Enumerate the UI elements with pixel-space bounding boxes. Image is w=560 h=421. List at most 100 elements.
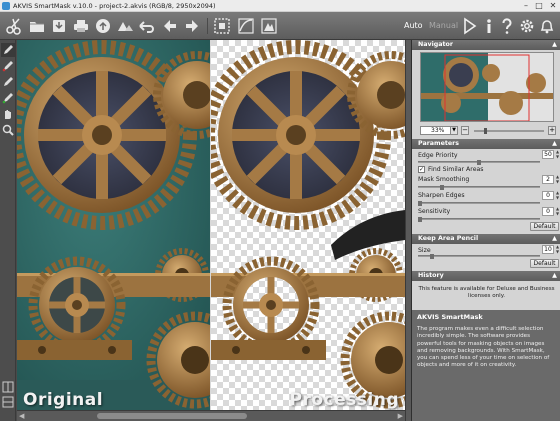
zoom-out-icon[interactable]: − [461, 126, 469, 135]
app-icon [2, 2, 10, 10]
run-icon[interactable] [459, 16, 479, 36]
open-file-icon[interactable] [27, 16, 47, 36]
scissors-logo-icon[interactable] [4, 16, 24, 36]
sensitivity-spinner[interactable]: ▲ ▼ [555, 206, 560, 216]
settings-icon[interactable] [517, 16, 537, 36]
mode-auto-button[interactable]: Auto [404, 19, 423, 33]
info-title: AKVIS SmartMask [417, 313, 483, 321]
sharpen-edges-spinner[interactable]: ▲ ▼ [555, 190, 560, 200]
slider-knob[interactable] [418, 201, 422, 206]
chroma-key-icon[interactable] [259, 16, 279, 36]
edge-priority-field[interactable]: 50 [542, 150, 554, 159]
history-note: This feature is available for Deluxe and… [418, 286, 555, 299]
undo-icon[interactable] [137, 16, 157, 36]
brush-icon[interactable] [1, 59, 15, 73]
title-bar: AKVIS SmartMask v.10.0 - project-2.akvis… [0, 0, 560, 12]
processing-pane[interactable]: Processing [211, 40, 405, 410]
mask-smoothing-field[interactable]: 2 [542, 175, 554, 184]
settings-panel: Navigator ▲ 33% ▼ − + Parameters ▲ Edge … [411, 40, 560, 421]
pencil-icon[interactable] [1, 43, 15, 57]
slider-knob[interactable] [440, 185, 444, 190]
upload-icon[interactable] [93, 16, 113, 36]
collapse-icon[interactable]: ▲ [552, 271, 557, 281]
zoom-slider[interactable] [474, 128, 544, 134]
horizontal-scrollbar[interactable]: ◀ ▶ [17, 410, 405, 421]
minimize-button[interactable]: – [519, 0, 533, 12]
size-spinner[interactable]: ▲ ▼ [555, 244, 560, 254]
collapse-icon[interactable]: ▲ [552, 139, 557, 149]
sharpen-edges-slider[interactable] [418, 201, 540, 206]
zoom-in-icon[interactable]: + [548, 126, 556, 135]
view-split-icon[interactable] [1, 380, 15, 394]
processing-label: Processing [289, 390, 399, 410]
history-header[interactable]: History ▲ [412, 271, 560, 281]
main-toolbar: Auto Manual [0, 12, 560, 40]
scrollbar-thumb[interactable] [97, 413, 247, 419]
sharpen-edges-field[interactable]: 0 [542, 191, 554, 200]
zoom-value: 33% [431, 127, 445, 134]
tool-panel [0, 40, 16, 421]
navigator-thumbnail [421, 53, 553, 121]
scroll-right-icon[interactable]: ▶ [398, 411, 403, 421]
navigator-preview[interactable] [420, 52, 554, 122]
info-text: The program makes even a difficult selec… [417, 326, 550, 369]
window-title: AKVIS SmartMask v.10.0 - project-2.akvis… [13, 2, 216, 10]
maximize-button[interactable]: □ [532, 0, 546, 12]
sensitivity-slider[interactable] [418, 217, 540, 222]
eraser-icon[interactable] [1, 75, 15, 89]
size-label: Size [418, 247, 431, 254]
hand-icon[interactable] [1, 107, 15, 121]
select-icon[interactable] [212, 16, 232, 36]
slider-knob[interactable] [418, 217, 422, 222]
mode-manual-button[interactable]: Manual [429, 19, 458, 33]
parameters-header[interactable]: Parameters ▲ [412, 139, 560, 149]
info-box: AKVIS SmartMask The program makes even a… [412, 310, 560, 421]
keep-area-default-button[interactable]: Default [530, 259, 559, 268]
original-label: Original [23, 390, 104, 410]
collapse-icon[interactable]: ▲ [552, 234, 557, 244]
keep-area-header[interactable]: Keep Area Pencil ▲ [412, 234, 560, 244]
zoom-dropdown-icon[interactable]: ▼ [450, 126, 458, 135]
zoom-icon[interactable] [1, 123, 15, 137]
zoom-slider-knob[interactable] [484, 128, 487, 134]
share-icon[interactable] [115, 16, 135, 36]
edge-priority-slider[interactable] [418, 160, 540, 165]
navigator-header[interactable]: Navigator ▲ [412, 40, 560, 50]
original-pane[interactable]: Original [17, 40, 210, 410]
tone-curve-icon[interactable] [236, 16, 256, 36]
smartmask-window: AKVIS SmartMask v.10.0 - project-2.akvis… [0, 0, 560, 421]
view-toggle-icon[interactable] [1, 395, 15, 409]
find-similar-checkbox[interactable]: ✓ [418, 166, 425, 173]
info-icon[interactable] [479, 16, 499, 36]
save-icon[interactable] [49, 16, 69, 36]
scroll-left-icon[interactable]: ◀ [19, 411, 24, 421]
find-similar-label: Find Similar Areas [428, 166, 484, 173]
parameters-title: Parameters [418, 140, 460, 147]
close-button[interactable]: ✕ [546, 0, 560, 12]
keep-area-title: Keep Area Pencil [418, 235, 479, 242]
slider-knob[interactable] [430, 254, 434, 259]
sensitivity-field[interactable]: 0 [542, 207, 554, 216]
smudge-icon[interactable] [1, 91, 15, 105]
history-title: History [418, 272, 444, 279]
toolbar-separator [207, 18, 208, 34]
size-slider[interactable] [418, 254, 540, 259]
help-icon[interactable] [497, 16, 517, 36]
processing-image [211, 40, 405, 410]
mask-smoothing-slider[interactable] [418, 185, 540, 190]
edge-priority-spinner[interactable]: ▲ ▼ [555, 149, 560, 159]
parameters-default-button[interactable]: Default [530, 222, 559, 231]
navigator-title: Navigator [418, 41, 453, 48]
sensitivity-label: Sensitivity [418, 208, 451, 215]
arrow-left-icon[interactable] [160, 16, 180, 36]
mask-smoothing-label: Mask Smoothing [418, 176, 470, 183]
mask-smoothing-spinner[interactable]: ▲ ▼ [555, 174, 560, 184]
size-field[interactable]: 10 [542, 245, 554, 254]
image-canvas[interactable]: Original Processing [17, 40, 405, 410]
collapse-icon[interactable]: ▲ [552, 40, 557, 50]
original-image [17, 40, 210, 410]
print-icon[interactable] [71, 16, 91, 36]
edge-priority-label: Edge Priority [418, 152, 458, 159]
arrow-right-icon[interactable] [182, 16, 202, 36]
notifications-icon[interactable] [537, 16, 557, 36]
